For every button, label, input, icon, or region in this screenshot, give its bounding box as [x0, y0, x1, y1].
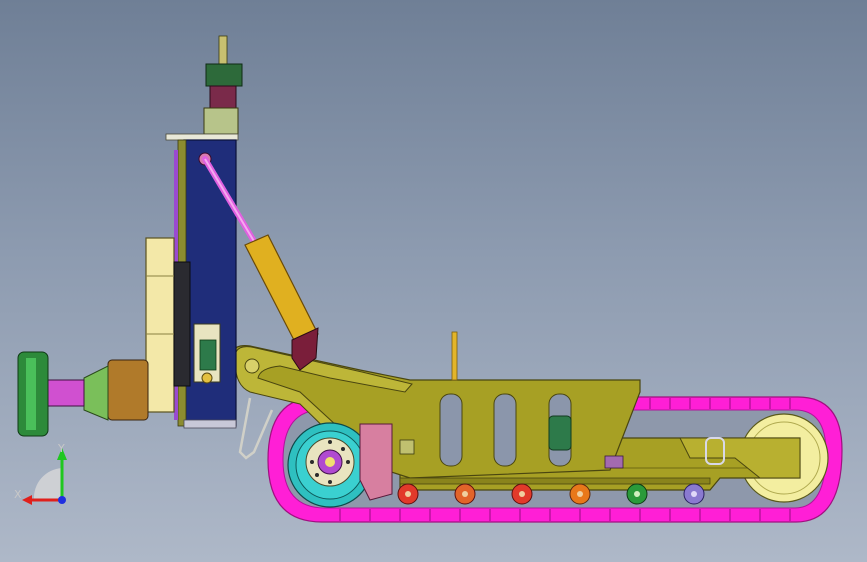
mast-clamp-bolt: [201, 372, 213, 384]
mast-top-block: [205, 63, 243, 87]
triad-x-arrow: [22, 495, 32, 505]
bracket-small-b: [604, 455, 624, 469]
mast-top-support: [203, 107, 239, 135]
drive-sprocket[interactable]: [287, 422, 373, 508]
gearbox-housing: [107, 359, 149, 421]
road-wheel: [569, 483, 591, 505]
road-wheel: [626, 483, 648, 505]
triad-base: [33, 468, 62, 500]
cutter-head[interactable]: [17, 351, 149, 437]
tow-handle[interactable]: [238, 397, 274, 460]
road-wheel: [511, 483, 533, 505]
boom-pivot: [244, 358, 260, 374]
triad-x-label: X: [14, 488, 22, 501]
mast-clamp-inner: [199, 339, 217, 371]
front-housing[interactable]: [145, 237, 191, 413]
mast-column: [183, 139, 237, 427]
cad-viewport[interactable]: X Y: [0, 0, 867, 562]
assembly-drawing: [17, 35, 843, 523]
lower-rail: [399, 477, 711, 485]
road-wheel: [683, 483, 705, 505]
bracket-small-a: [399, 439, 415, 455]
coordinate-triad: [22, 448, 67, 505]
drive-gearbox: [359, 423, 393, 501]
mast-top-plate: [165, 133, 239, 141]
drive-coupling: [83, 365, 109, 421]
mast-top-bracket: [209, 85, 237, 111]
triad-z-origin: [58, 496, 66, 504]
sensor-post: [451, 331, 458, 381]
cylinder-barrel: [244, 234, 319, 345]
road-wheel: [397, 483, 419, 505]
cutter-disc-face: [26, 358, 36, 430]
mast-top-fitting: [218, 35, 228, 67]
drive-motor: [548, 415, 572, 451]
triad-y-label: Y: [58, 442, 65, 455]
road-wheel: [454, 483, 476, 505]
drive-shaft: [47, 379, 85, 407]
housing-body: [145, 237, 175, 413]
mast-base-plate: [183, 419, 237, 429]
housing-frame: [173, 261, 191, 387]
